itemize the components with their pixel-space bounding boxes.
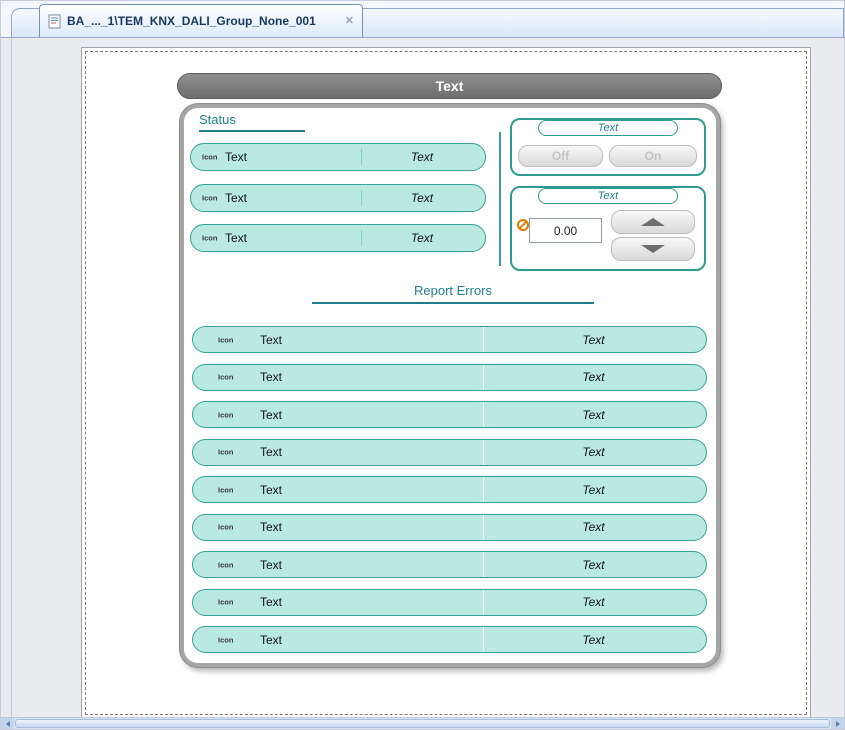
tab-close-icon[interactable]: ✕ — [345, 16, 354, 27]
icon-placeholder-label: Icon — [202, 153, 217, 162]
value-group[interactable]: Text — [510, 186, 706, 271]
no-entry-icon — [517, 219, 529, 231]
status-row[interactable]: Icon Text Text — [190, 143, 486, 171]
icon-placeholder-label: Icon — [218, 410, 233, 419]
document-icon — [48, 14, 61, 29]
report-row[interactable]: Icon Text Text — [192, 364, 707, 391]
report-value: Text — [483, 483, 704, 497]
down-arrow-icon — [641, 245, 665, 253]
spin-down-button[interactable] — [611, 237, 695, 261]
switch-group[interactable]: Text Off On — [510, 118, 706, 176]
status-value: Text — [361, 231, 483, 245]
icon-placeholder-label: Icon — [202, 194, 217, 203]
document-tab[interactable]: BA_..._1\TEM_KNX_DALI_Group_None_001 ✕ — [39, 4, 363, 37]
icon-placeholder-label: Icon — [218, 485, 233, 494]
right-arrow-icon — [836, 721, 840, 727]
report-row[interactable]: Icon Text Text — [192, 326, 707, 353]
report-label: Text — [260, 520, 282, 534]
template-frame: Status Icon Text Text Icon Text Text Ico… — [180, 104, 720, 667]
report-label: Text — [260, 595, 282, 609]
design-canvas: Text Status Icon Text Text Icon Text Tex… — [1, 37, 844, 717]
left-arrow-icon — [6, 721, 10, 727]
report-row[interactable]: Icon Text Text — [192, 626, 707, 653]
value-input[interactable] — [529, 218, 602, 243]
report-label: Text — [260, 633, 282, 647]
report-value: Text — [483, 633, 704, 647]
canvas-left-border — [11, 38, 12, 717]
status-value: Text — [361, 191, 483, 205]
report-label: Text — [260, 483, 282, 497]
app-window: BA_..._1\TEM_KNX_DALI_Group_None_001 ✕ T… — [0, 0, 845, 730]
icon-placeholder-label: Icon — [218, 335, 233, 344]
report-value: Text — [483, 333, 704, 347]
report-value: Text — [483, 408, 704, 422]
report-label: Text — [260, 333, 282, 347]
status-label: Text — [225, 150, 247, 164]
scroll-right-arrow[interactable] — [831, 718, 844, 729]
report-value: Text — [483, 558, 704, 572]
status-heading: Status — [199, 112, 305, 132]
section-divider — [499, 132, 501, 266]
report-row[interactable]: Icon Text Text — [192, 476, 707, 503]
up-arrow-icon — [641, 218, 665, 226]
report-value: Text — [483, 445, 704, 459]
icon-placeholder-label: Icon — [218, 448, 233, 457]
report-row[interactable]: Icon Text Text — [192, 514, 707, 541]
icon-placeholder-label: Icon — [218, 635, 233, 644]
switch-group-label: Text — [538, 120, 678, 136]
report-row[interactable]: Icon Text Text — [192, 551, 707, 578]
template-title-bar[interactable]: Text — [177, 73, 722, 99]
icon-placeholder-label: Icon — [218, 523, 233, 532]
status-value: Text — [361, 150, 483, 164]
design-page: Text Status Icon Text Text Icon Text Tex… — [81, 47, 811, 719]
spin-up-button[interactable] — [611, 210, 695, 234]
report-label: Text — [260, 408, 282, 422]
report-label: Text — [260, 370, 282, 384]
report-row[interactable]: Icon Text Text — [192, 439, 707, 466]
report-label: Text — [260, 558, 282, 572]
icon-placeholder-label: Icon — [218, 373, 233, 382]
value-group-label: Text — [538, 188, 678, 204]
report-errors-heading: Report Errors — [312, 283, 594, 304]
status-label: Text — [225, 231, 247, 245]
report-label: Text — [260, 445, 282, 459]
report-value: Text — [483, 370, 704, 384]
status-row[interactable]: Icon Text Text — [190, 224, 486, 252]
icon-placeholder-label: Icon — [218, 598, 233, 607]
horizontal-scrollbar[interactable] — [1, 717, 844, 729]
tab-title: BA_..._1\TEM_KNX_DALI_Group_None_001 — [67, 14, 316, 28]
report-value: Text — [483, 520, 704, 534]
report-row[interactable]: Icon Text Text — [192, 401, 707, 428]
template-title: Text — [436, 78, 464, 94]
report-row[interactable]: Icon Text Text — [192, 589, 707, 616]
scrollbar-thumb[interactable] — [15, 719, 830, 728]
status-label: Text — [225, 191, 247, 205]
off-button[interactable]: Off — [518, 145, 603, 167]
report-value: Text — [483, 595, 704, 609]
on-button[interactable]: On — [609, 145, 697, 167]
no-entry-slash — [519, 221, 527, 229]
scroll-left-arrow[interactable] — [1, 718, 14, 729]
icon-placeholder-label: Icon — [202, 234, 217, 243]
status-row[interactable]: Icon Text Text — [190, 184, 486, 212]
icon-placeholder-label: Icon — [218, 560, 233, 569]
